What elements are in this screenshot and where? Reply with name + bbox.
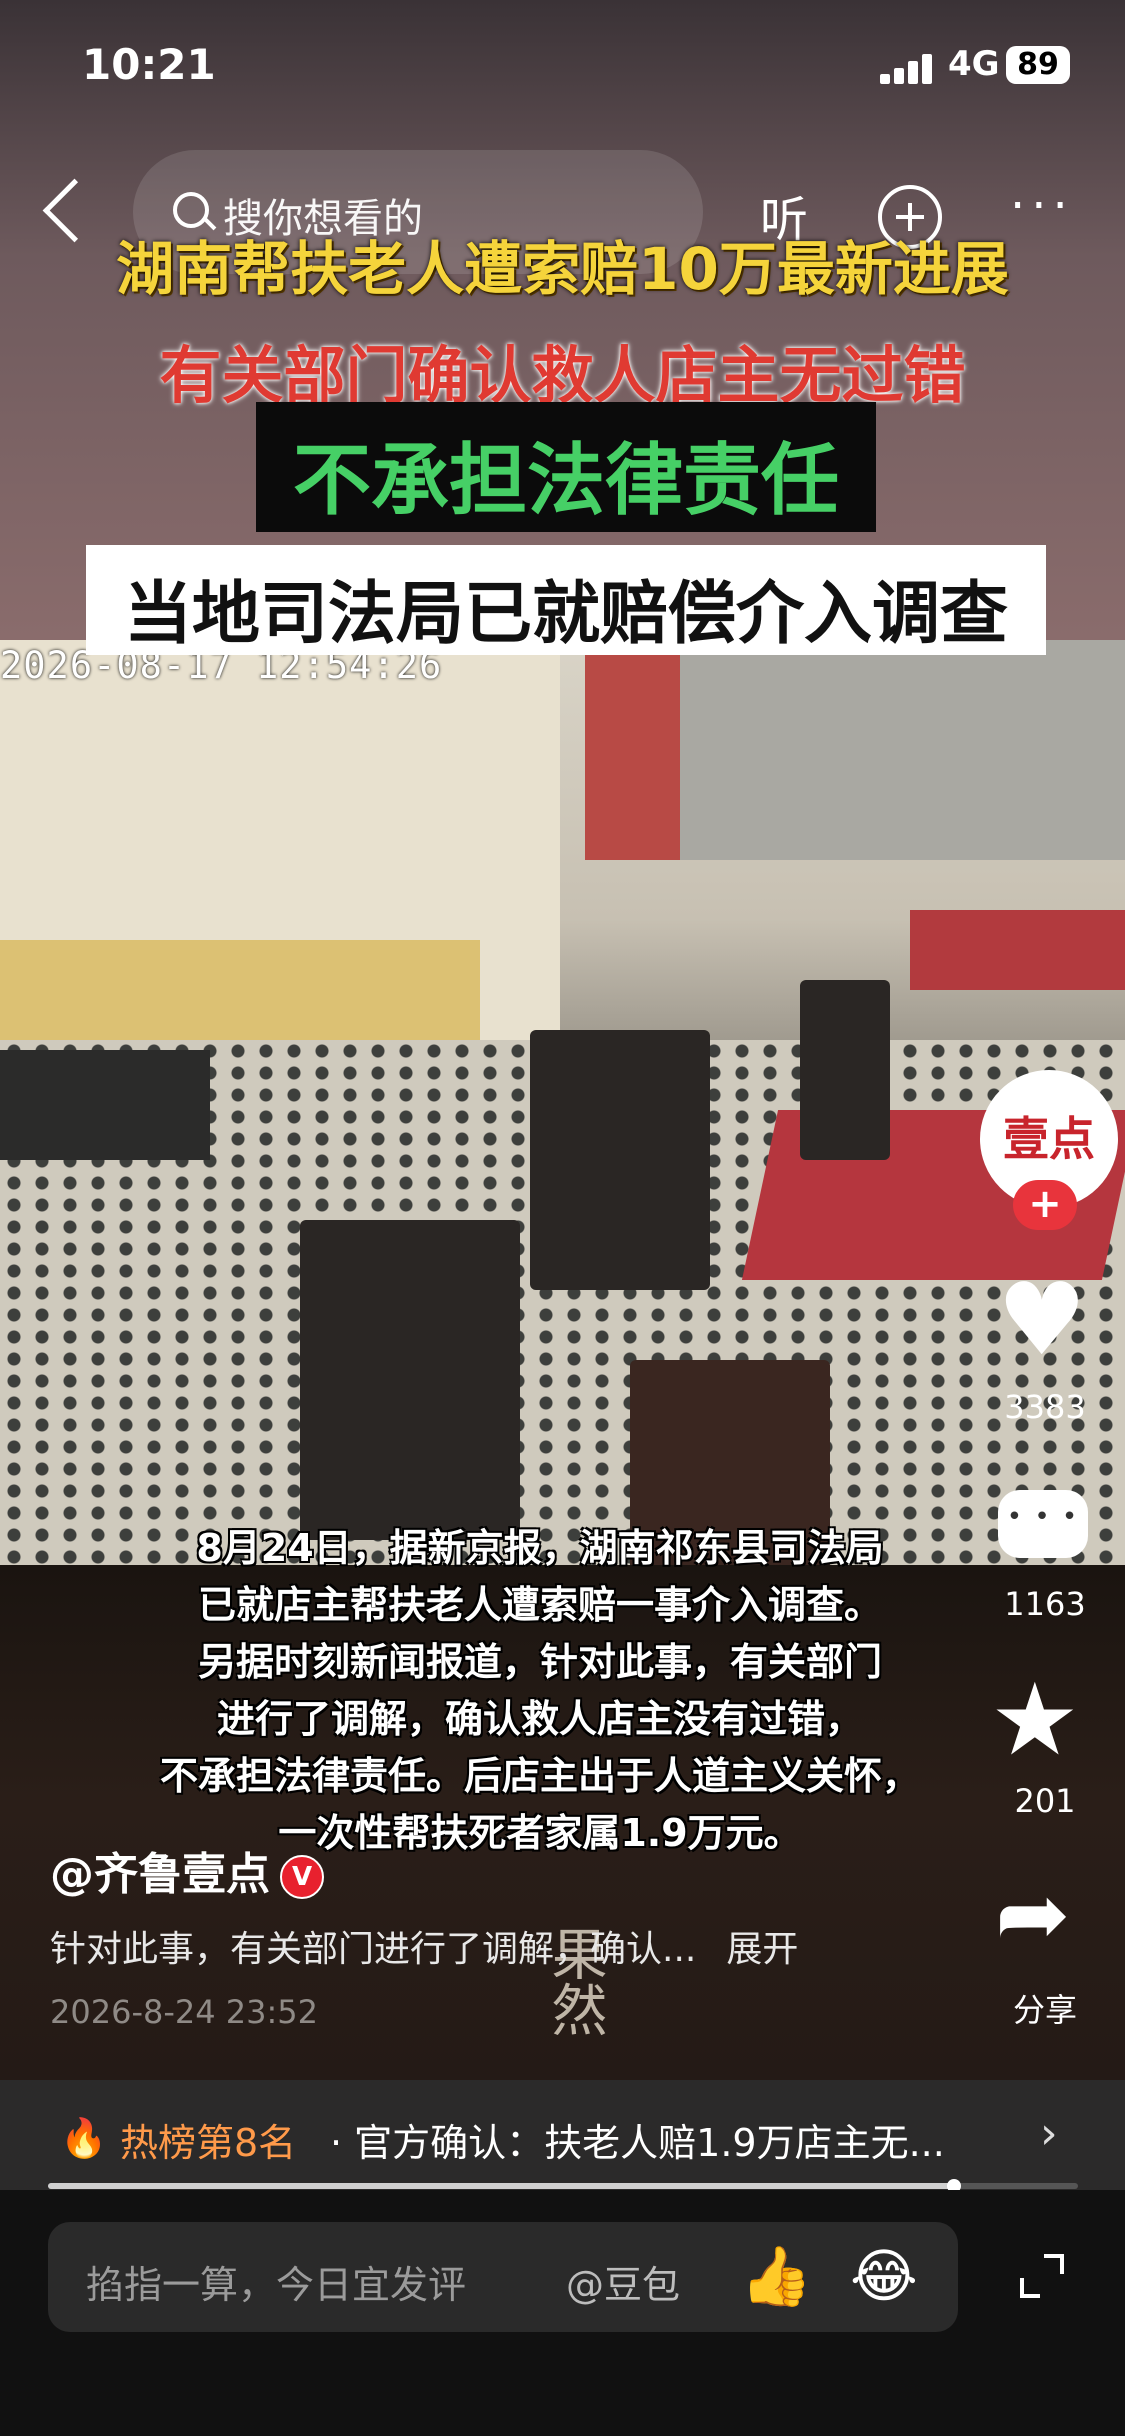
caption-line: 不承担法律责任。后店主出于人道主义关怀， (159, 1754, 920, 1798)
chair (300, 1220, 520, 1540)
hot-topic-text: · 官方确认：扶老人赔1.9万店主无... (330, 2121, 945, 2165)
comment-input[interactable]: 掐指一算，今日宜发评 @豆包 👍 😂 (48, 2222, 958, 2332)
fullscreen-icon[interactable] (1020, 2254, 1064, 2298)
hot-list-bar[interactable]: 🔥 热榜第8名 · 官方确认：扶老人赔1.9万店主无... › (0, 2080, 1125, 2190)
thumbs-up-emoji-icon[interactable]: 👍 (740, 2242, 812, 2311)
caption-line: 已就店主帮扶老人遭索赔一事介入调查。 (197, 1583, 882, 1627)
fire-icon: 🔥 (60, 2116, 108, 2160)
expand-link[interactable]: 展开 (726, 1929, 798, 1970)
share-label: 分享 (1012, 1991, 1077, 2029)
street-view (680, 640, 1125, 860)
video-progress-bar[interactable] (48, 2179, 1078, 2193)
status-time: 10:21 (82, 40, 216, 89)
video-caption: 8月24日，据新京报，湖南祁东县司法局 已就店主帮扶老人遭索赔一事介入调查。 另… (60, 1520, 1020, 1862)
laughing-emoji-icon[interactable]: 😂 (850, 2242, 918, 2310)
mention-doubao[interactable]: @豆包 (566, 2254, 680, 2309)
like-count: 3383 (1004, 1388, 1086, 1426)
post-date: 2026-8-24 23:52 (50, 1993, 318, 2031)
comment-count: 1163 (1004, 1585, 1086, 1623)
headline-green: 不承担法律责任 (292, 436, 839, 526)
red-door (585, 640, 680, 860)
chevron-right-icon: › (1040, 2108, 1058, 2159)
post-description[interactable]: 针对此事，有关部门进行了调解，确认... 展开 (50, 1920, 798, 1972)
favorite-count: 201 (1014, 1782, 1076, 1820)
status-bar: 10:21 4G 89 (0, 0, 1125, 140)
red-table-back (910, 910, 1125, 990)
video-frame[interactable]: 2026-08-17 12:54:26 (0, 640, 1125, 1570)
headline-yellow: 湖南帮扶老人遭索赔10万最新进展 (116, 235, 1009, 303)
comment-icon[interactable] (998, 1490, 1088, 1558)
caption-line: 8月24日，据新京报，湖南祁东县司法局 (196, 1526, 884, 1570)
caption-line: 进行了调解，确认救人店主没有过错， (216, 1697, 863, 1741)
comment-placeholder: 掐指一算，今日宜发评 (86, 2263, 467, 2307)
chair (530, 1030, 710, 1290)
star-icon[interactable]: ★ (990, 1670, 1080, 1770)
chair (800, 980, 890, 1160)
network-type: 4G (948, 44, 1000, 84)
headline-white: 当地司法局已就赔偿介入调查 (123, 575, 1008, 654)
author-name[interactable]: @齐鲁壹点 V (50, 1838, 324, 1902)
signal-icon (880, 52, 940, 84)
heart-icon[interactable]: ♥ (997, 1270, 1087, 1370)
hot-rank: 热榜第8名 (120, 2121, 297, 2165)
follow-button[interactable]: + (1013, 1180, 1077, 1230)
progress-fill (48, 2183, 955, 2189)
author-handle[interactable]: @齐鲁壹点 (50, 1849, 270, 1900)
share-icon[interactable]: ➦ (995, 1870, 1070, 1960)
dark-table (0, 1050, 210, 1160)
caption-line: 另据时刻新闻报道，针对此事，有关部门 (197, 1640, 882, 1684)
battery-icon: 89 (1006, 46, 1070, 84)
description-text: 针对此事，有关部门进行了调解，确认... (50, 1929, 697, 1970)
comment-bar: 掐指一算，今日宜发评 @豆包 👍 😂 (0, 2190, 1125, 2436)
verified-badge-icon: V (280, 1855, 324, 1899)
